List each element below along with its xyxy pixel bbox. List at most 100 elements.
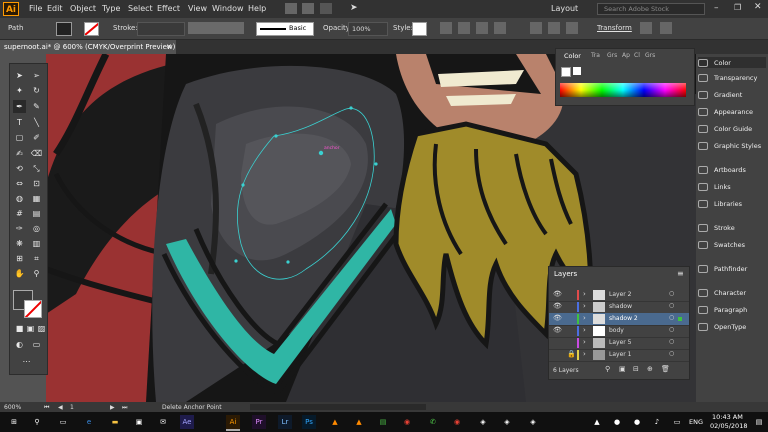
dock-appearance[interactable]: Appearance — [714, 108, 753, 116]
app-icon[interactable]: ◈ — [526, 415, 540, 429]
visibility-eye-icon[interactable]: 👁 — [553, 326, 562, 334]
zoom-tool-icon[interactable]: ⚲ — [30, 267, 43, 280]
lightroom-icon[interactable]: Lr — [278, 415, 292, 429]
gradient-icon[interactable] — [698, 91, 708, 99]
graphic-style-swatch[interactable] — [412, 22, 427, 36]
curvature-tool-icon[interactable]: ✎ — [30, 100, 43, 113]
menu-help[interactable]: Help — [248, 4, 266, 13]
tray-icon[interactable]: ● — [630, 415, 644, 429]
close-tab-icon[interactable]: ✕ — [166, 40, 172, 54]
width-tool-icon[interactable]: ⇔ — [13, 177, 26, 190]
opacity-field[interactable]: 100% — [348, 22, 388, 36]
graphic-styles-icon[interactable] — [698, 142, 708, 150]
stroke-weight[interactable] — [137, 22, 185, 36]
dock-gradient[interactable]: Gradient — [714, 91, 742, 99]
menu-object[interactable]: Object — [70, 4, 96, 13]
chrome-icon[interactable]: ◉ — [400, 415, 414, 429]
rotate-tool-icon[interactable]: ⟲ — [13, 162, 26, 175]
dock-pathfinder[interactable]: Pathfinder — [714, 265, 747, 273]
whatsapp-icon[interactable]: ✆ — [426, 415, 440, 429]
menu-effect[interactable]: Effect — [157, 4, 180, 13]
expand-icon[interactable]: › — [583, 290, 586, 298]
dock-stroke[interactable]: Stroke — [714, 224, 735, 232]
target-icon[interactable]: ○ — [669, 314, 674, 321]
clock-date[interactable]: 02/05/2018 — [710, 422, 747, 430]
variable-width[interactable] — [188, 22, 244, 34]
artboards-icon[interactable] — [698, 166, 708, 174]
free-transform-icon[interactable]: ⊡ — [30, 177, 43, 190]
app-icon[interactable]: ◈ — [476, 415, 490, 429]
opentype-icon[interactable] — [698, 323, 708, 331]
target-icon[interactable]: ○ — [669, 338, 674, 345]
premiere-icon[interactable]: Pr — [252, 415, 266, 429]
expand-icon[interactable]: › — [583, 314, 586, 322]
tab-appearance[interactable]: Ap — [622, 52, 630, 59]
visibility-eye-icon[interactable]: 👁 — [553, 302, 562, 310]
notifications-icon[interactable]: ▤ — [752, 415, 766, 429]
color-guide-icon[interactable] — [698, 125, 708, 133]
windows-start-icon[interactable]: ⊞ — [7, 415, 21, 429]
tab-color[interactable]: Color — [564, 52, 581, 60]
store-icon[interactable]: ▣ — [132, 415, 146, 429]
bridge-icon[interactable] — [285, 3, 297, 14]
prev-artboard-icon[interactable]: ◀ — [58, 404, 63, 411]
layer-row-layer-1[interactable]: 🔒 › Layer 1 ○ — [549, 349, 689, 362]
volume-icon[interactable]: ♪ — [650, 415, 664, 429]
appearance-icon[interactable] — [698, 108, 708, 116]
mail-icon[interactable]: ✉ — [156, 415, 170, 429]
menu-window[interactable]: Window — [212, 4, 244, 13]
direct-selection-tool-icon[interactable]: ➢ — [30, 69, 43, 82]
color-icon[interactable] — [698, 59, 708, 67]
magic-wand-icon[interactable]: ✦ — [13, 84, 26, 97]
visibility-eye-icon[interactable]: 👁 — [553, 314, 562, 322]
lasso-tool-icon[interactable]: ↻ — [30, 84, 43, 97]
vlc-icon[interactable]: ▲ — [352, 415, 366, 429]
color-spectrum[interactable] — [560, 83, 686, 97]
dock-links[interactable]: Links — [714, 183, 731, 191]
tab-transparency[interactable]: Tra — [591, 52, 600, 59]
dock-color-guide[interactable]: Color Guide — [714, 125, 752, 133]
first-artboard-icon[interactable]: ⏮ — [44, 404, 49, 412]
new-sublayer-icon[interactable]: ⊟ — [633, 365, 639, 373]
menu-type[interactable]: Type — [102, 4, 120, 13]
target-icon[interactable]: ○ — [669, 290, 674, 297]
hand-tool-icon[interactable]: ✋ — [13, 267, 26, 280]
paintbrush-tool-icon[interactable]: ✐ — [30, 131, 43, 144]
pen-tool-icon[interactable]: ✒ — [13, 100, 26, 113]
swatches-icon[interactable] — [698, 241, 708, 249]
dock-libraries[interactable]: Libraries — [714, 200, 742, 208]
minimize-icon[interactable]: – — [714, 3, 719, 13]
tab-color-guide[interactable]: Cl — [634, 52, 640, 59]
workspace-switcher[interactable]: Layout — [551, 4, 578, 13]
visibility-eye-icon[interactable]: 👁 — [553, 290, 562, 298]
stroke-swatch[interactable] — [84, 22, 99, 36]
line-tool-icon[interactable]: ╲ — [30, 116, 43, 129]
send-icon[interactable]: ➤ — [350, 3, 358, 13]
shaper-tool-icon[interactable]: ✍ — [13, 147, 26, 160]
target-icon[interactable]: ○ — [669, 302, 674, 309]
horizontal-scrollbar[interactable] — [250, 404, 426, 410]
libraries-icon[interactable] — [698, 200, 708, 208]
menu-select[interactable]: Select — [128, 4, 153, 13]
links-icon[interactable] — [698, 183, 708, 191]
next-artboard-icon[interactable]: ▶ — [110, 404, 115, 411]
task-view-icon[interactable]: ▭ — [56, 415, 70, 429]
recolor-icon[interactable] — [440, 22, 452, 34]
layer-name[interactable]: body — [609, 327, 624, 334]
paragraph-icon[interactable] — [698, 306, 708, 314]
tray-icon[interactable]: ● — [610, 415, 624, 429]
notes-icon[interactable]: ▤ — [376, 415, 390, 429]
brush-definition[interactable]: Basic — [256, 22, 314, 36]
pathfinder-icon[interactable] — [698, 265, 708, 273]
file-explorer-icon[interactable]: ▬ — [108, 415, 122, 429]
character-icon[interactable] — [698, 289, 708, 297]
gradient-tool-icon[interactable]: ▤ — [30, 207, 43, 220]
battery-icon[interactable]: ▭ — [670, 415, 684, 429]
artboard-tool-icon[interactable]: ⊞ — [13, 252, 26, 265]
panel-stroke-swatch[interactable] — [573, 67, 581, 75]
dock-color[interactable]: Color — [714, 59, 731, 67]
maximize-icon[interactable]: ❐ — [734, 3, 741, 12]
dock-swatches[interactable]: Swatches — [714, 241, 745, 249]
layer-name[interactable]: Layer 2 — [609, 291, 631, 298]
expand-icon[interactable]: › — [583, 302, 586, 310]
